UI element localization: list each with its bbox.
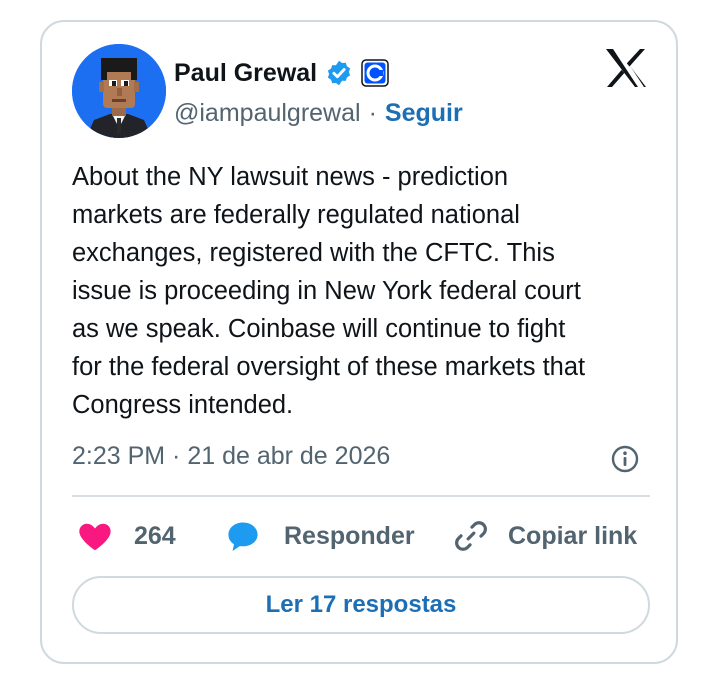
coinbase-affiliate-icon[interactable] <box>361 59 389 87</box>
copy-link-label: Copiar link <box>508 521 638 550</box>
verified-badge-icon[interactable] <box>325 59 353 87</box>
heart-icon <box>76 517 114 555</box>
author-avatar[interactable] <box>72 44 166 138</box>
speech-bubble-icon <box>224 517 262 555</box>
tweet-timestamp[interactable]: 2:23 PM · 21 de abr de 2026 <box>72 442 390 471</box>
author-handle-row: @iampaulgrewal · Seguir <box>174 96 463 130</box>
info-circle-icon[interactable] <box>610 444 640 474</box>
x-logo-icon[interactable] <box>604 48 648 88</box>
action-bar: 264 Responder Copiar link <box>72 516 652 556</box>
like-button[interactable]: 264 <box>76 516 176 556</box>
tweet-card: Paul Grewal @iampaulgrewal · Seguir Abou… <box>40 20 678 664</box>
handle-separator: · <box>368 98 377 127</box>
follow-button[interactable]: Seguir <box>385 99 463 128</box>
link-icon <box>452 517 490 555</box>
read-replies-button[interactable]: Ler 17 respostas <box>72 576 650 634</box>
tweet-text: About the NY lawsuit news - prediction m… <box>72 163 586 419</box>
author-name-row: Paul Grewal <box>174 56 389 90</box>
reply-label: Responder <box>284 521 415 550</box>
avatar-image <box>72 44 166 138</box>
divider <box>72 495 650 497</box>
reply-button[interactable]: Responder <box>224 516 415 556</box>
author-handle[interactable]: @iampaulgrewal <box>174 99 361 128</box>
copy-link-button[interactable]: Copiar link <box>452 516 637 556</box>
like-count: 264 <box>134 521 176 550</box>
author-display-name[interactable]: Paul Grewal <box>174 59 317 88</box>
